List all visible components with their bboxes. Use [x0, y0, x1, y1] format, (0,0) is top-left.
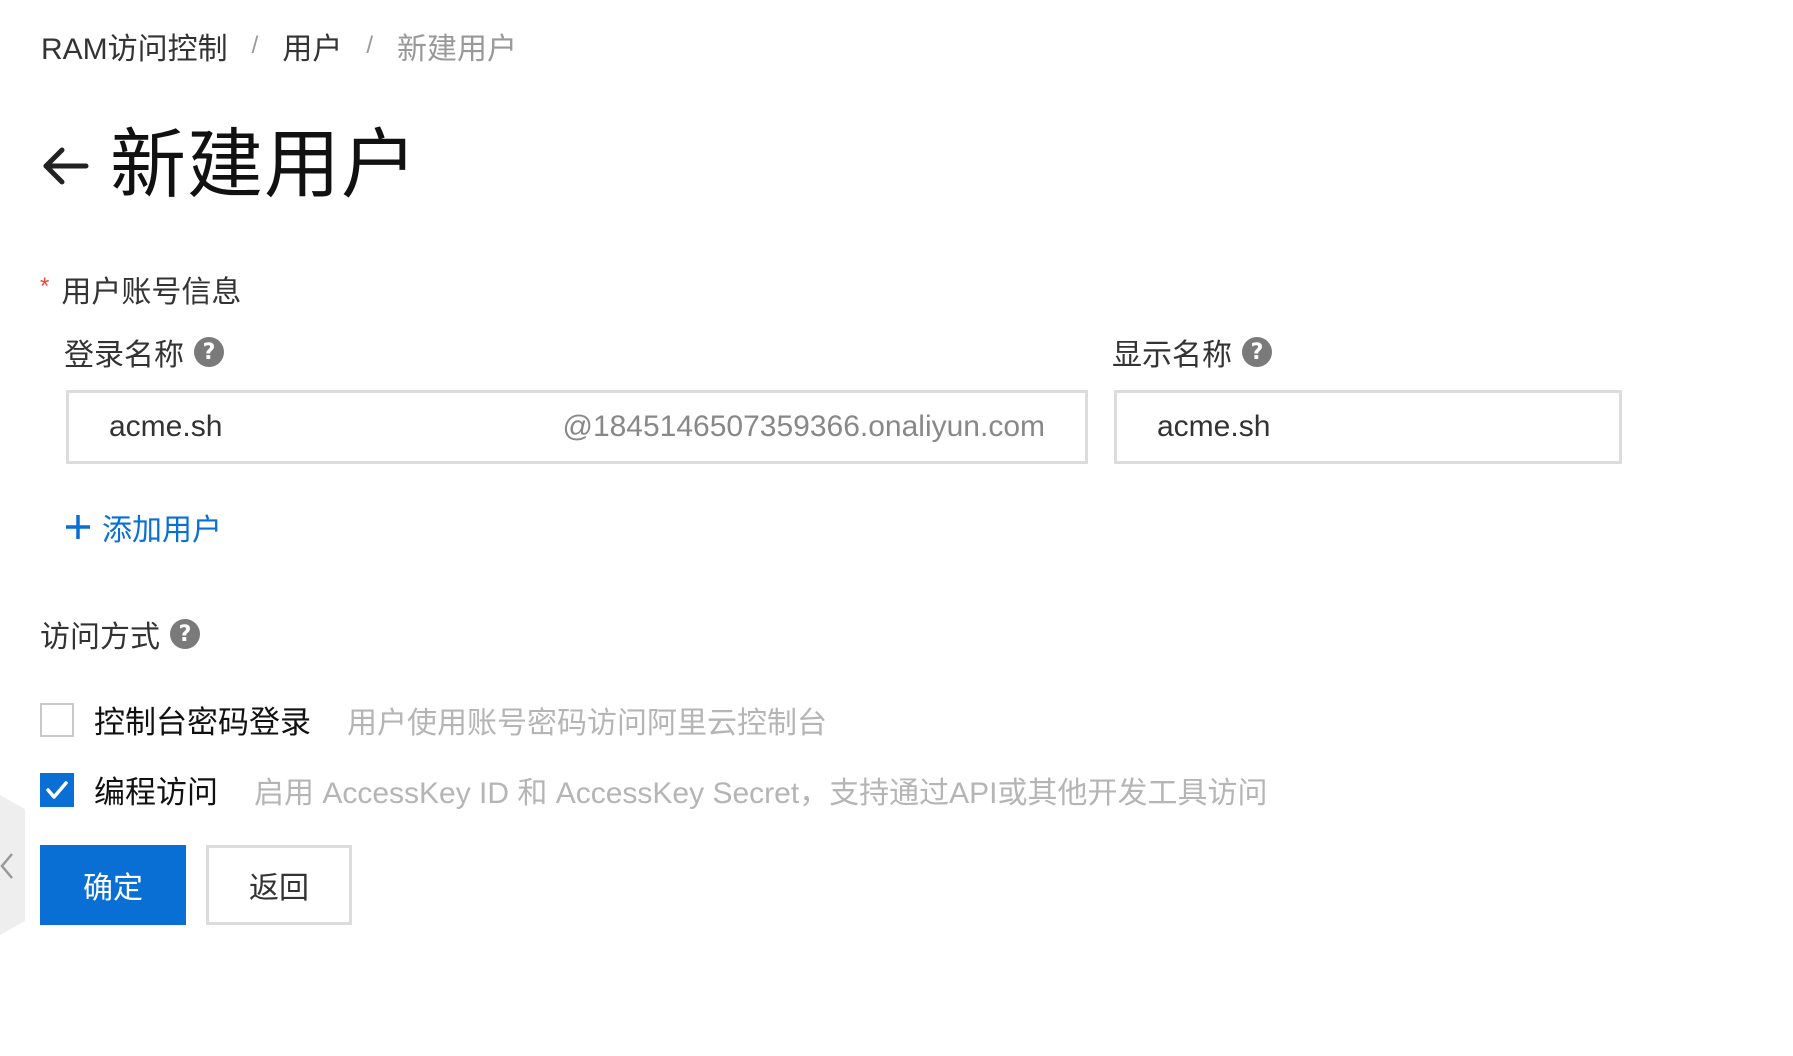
breadcrumb: RAM访问控制 / 用户 / 新建用户 [41, 24, 517, 68]
page-title: 新建用户 [110, 123, 418, 208]
programmatic-access-description: 启用 AccessKey ID 和 AccessKey Secret，支持通过A… [254, 776, 1268, 810]
display-name-label: 显示名称 [1112, 339, 1232, 372]
display-name-input[interactable] [1117, 393, 1619, 461]
display-name-label-row: 显示名称 ? [1112, 330, 1272, 374]
checkmark-icon [46, 780, 68, 799]
programmatic-access-label: 编程访问 [94, 775, 218, 810]
breadcrumb-item-users[interactable]: 用户 [282, 24, 342, 68]
console-login-label: 控制台密码登录 [94, 705, 311, 740]
breadcrumb-item-ram[interactable]: RAM访问控制 [41, 24, 228, 68]
login-name-input[interactable] [69, 393, 563, 461]
access-mode-label: 访问方式 [40, 621, 160, 654]
display-name-field [1114, 390, 1622, 464]
programmatic-access-option[interactable]: 编程访问 启用 AccessKey ID 和 AccessKey Secret，… [40, 767, 1268, 812]
plus-icon [66, 515, 90, 539]
page-header: 新建用户 [40, 116, 418, 216]
confirm-button[interactable]: 确定 [40, 845, 186, 925]
sidebar-collapse-tab[interactable] [0, 795, 25, 935]
login-name-label-row: 登录名称 ? [64, 330, 224, 374]
add-user-label: 添加用户 [102, 514, 222, 547]
back-button[interactable]: 返回 [206, 845, 352, 925]
breadcrumb-separator: / [366, 32, 374, 59]
login-name-domain-suffix: @1845146507359366.onaliyun.com [562, 410, 1045, 443]
user-account-section-label: * 用户账号信息 [40, 267, 241, 311]
add-user-button[interactable]: 添加用户 [64, 505, 222, 549]
breadcrumb-item-current: 新建用户 [397, 33, 518, 66]
help-icon[interactable]: ? [170, 619, 200, 649]
login-name-field: @1845146507359366.onaliyun.com [66, 390, 1088, 464]
user-account-label: 用户账号信息 [61, 276, 242, 309]
access-mode-label-row: 访问方式 ? [40, 612, 200, 656]
help-icon[interactable]: ? [194, 337, 224, 367]
login-name-label: 登录名称 [64, 339, 184, 372]
chevron-left-icon [0, 853, 13, 879]
console-login-checkbox[interactable] [40, 702, 74, 737]
breadcrumb-separator: / [251, 32, 259, 59]
programmatic-access-checkbox[interactable] [40, 772, 74, 807]
console-login-description: 用户使用账号密码访问阿里云控制台 [347, 706, 827, 740]
console-login-option[interactable]: 控制台密码登录 用户使用账号密码访问阿里云控制台 [40, 697, 827, 742]
back-arrow-icon[interactable] [40, 140, 92, 192]
help-icon[interactable]: ? [1242, 337, 1272, 367]
required-mark: * [40, 273, 50, 300]
